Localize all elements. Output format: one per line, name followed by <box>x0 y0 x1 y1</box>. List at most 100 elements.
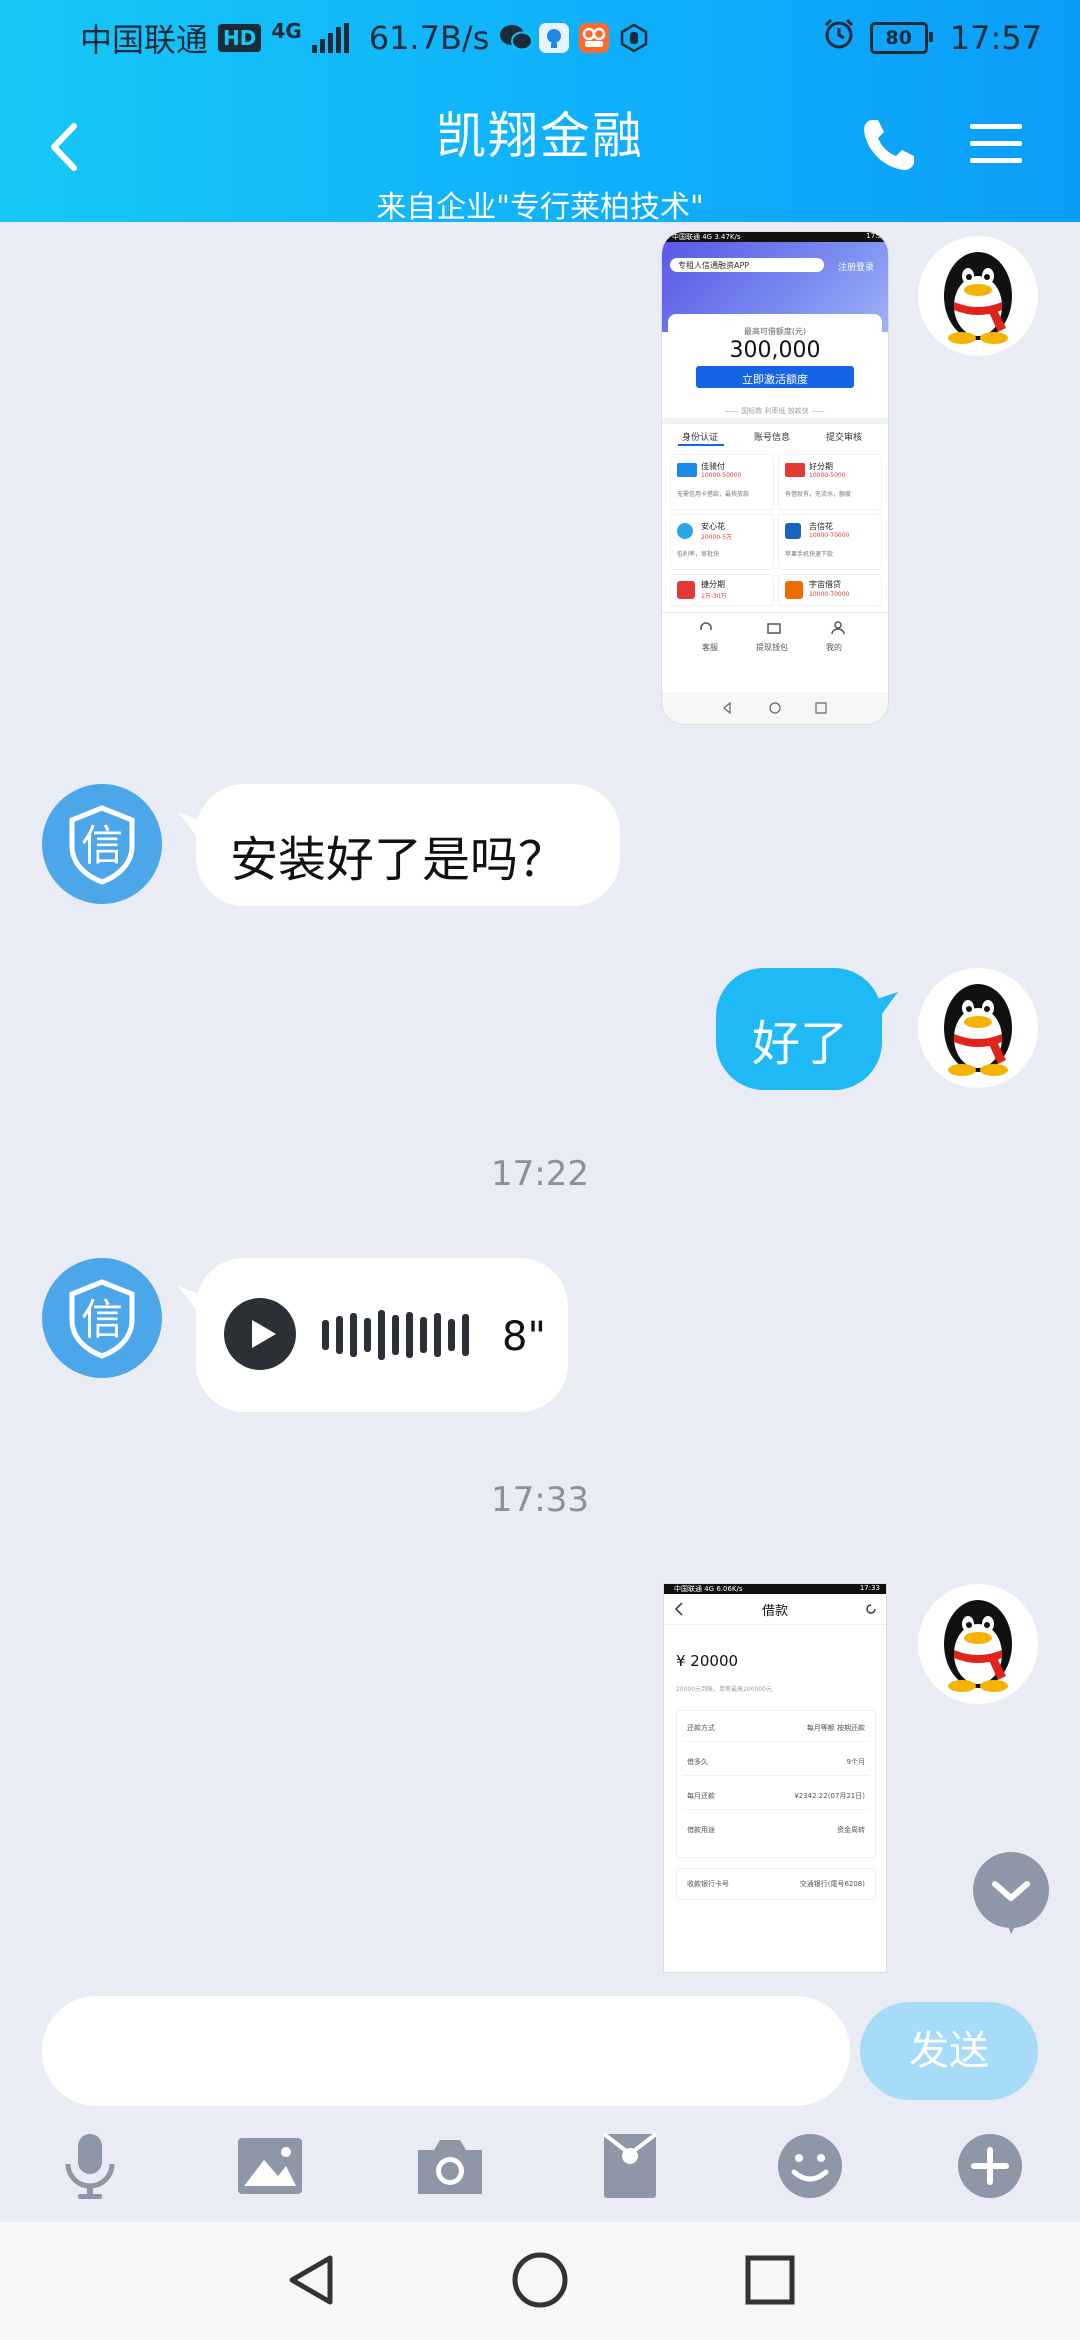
my-avatar[interactable] <box>918 236 1038 356</box>
shot2-header-divider <box>664 1624 886 1625</box>
shot2-hint: 20000元到账，单笔最高200000元 <box>676 1686 772 1693</box>
shot1-product-6-name: 宇宙借贷 <box>809 580 841 589</box>
shot2-row-4-label: 借款用途 <box>687 1826 715 1834</box>
message-input[interactable] <box>42 1996 850 2106</box>
shot1-product-1-name: 佳骑付 <box>701 462 725 471</box>
shot1-product-2-name: 好分期 <box>809 462 833 471</box>
shot2-row-4-value: 资金周转 <box>837 1826 865 1834</box>
recents-square-icon <box>745 2255 795 2305</box>
message-bubble-received[interactable]: 安装好了是吗？ <box>178 784 620 906</box>
shot1-nav-service: 客服 <box>702 643 718 652</box>
shot1-product-6-range: 10000-70000 <box>809 591 850 598</box>
svg-text:信: 信 <box>81 1295 123 1344</box>
shot2-row-1-value: 每月等额 按期还款 <box>806 1724 865 1732</box>
network-type: 4G <box>271 19 302 43</box>
nav-recents-button[interactable] <box>740 2250 800 2310</box>
camera-button[interactable] <box>414 2130 486 2202</box>
shot1-login-link: 注册登录 <box>838 263 875 273</box>
red-packet-button[interactable] <box>594 2130 666 2202</box>
shot1-product-3-logo <box>677 523 693 539</box>
bubble-tail <box>178 1286 204 1312</box>
play-icon <box>224 1298 296 1370</box>
contact-avatar[interactable]: 信 <box>42 1258 162 1378</box>
voice-message-bubble[interactable]: 8" <box>178 1258 568 1412</box>
home-circle-icon <box>512 2252 568 2308</box>
message-text: 安装好了是吗？ <box>230 832 567 888</box>
voice-duration: 8" <box>502 1314 546 1360</box>
shot1-product-2-range: 10000-5000 <box>809 472 846 479</box>
phone-icon <box>864 120 914 170</box>
message-bubble-sent[interactable]: 好了 <box>716 968 898 1090</box>
emoji-icon <box>778 2134 842 2198</box>
send-button[interactable]: 发送 <box>860 2002 1038 2100</box>
shot1-activate-label: 立即激活额度 <box>742 373 808 386</box>
shot1-limit-label: 最高可借额度(元) <box>743 327 807 336</box>
shot2-row-1-label: 还款方式 <box>687 1724 715 1732</box>
shot2-bank-card: 收款银行卡号 交通银行(尾号6208) <box>676 1868 876 1900</box>
plus-icon <box>958 2134 1022 2198</box>
my-avatar[interactable] <box>918 968 1038 1088</box>
bubble-tail <box>178 812 204 838</box>
hd-badge: HD <box>218 24 262 52</box>
shot1-folder-icon <box>767 623 781 634</box>
battery-indicator: 80 <box>869 22 933 54</box>
shot1-divider <box>662 418 888 424</box>
shot2-row-5-value: 交通银行(尾号6208) <box>799 1880 865 1888</box>
shield-avatar-icon: 信 <box>69 1279 135 1359</box>
menu-button[interactable] <box>968 116 1024 172</box>
shot2-status-bar: 中国联通 4G 6.06K/s 17:33 <box>664 1584 886 1594</box>
shot1-product-1-range: 10000-50000 <box>701 472 742 479</box>
message-timestamp: 17:33 <box>491 1480 589 1520</box>
shot1-product-6: 宇宙借贷 10000-70000 <box>778 574 882 606</box>
chevron-down-icon <box>973 1852 1049 1934</box>
shield-avatar-icon: 信 <box>69 805 135 885</box>
shot1-search-text: 专租人信通融资APP <box>678 261 750 270</box>
contact-avatar[interactable]: 信 <box>42 784 162 904</box>
message-timestamp: 17:22 <box>491 1154 589 1194</box>
voice-input-button[interactable] <box>54 2130 126 2202</box>
shot1-product-1-logo <box>677 463 697 477</box>
shot1-product-6-logo <box>785 581 803 599</box>
shot1-product-4-name: 吉信花 <box>809 522 833 531</box>
call-button[interactable] <box>860 116 918 174</box>
wechat-icon <box>499 23 534 53</box>
more-button[interactable] <box>954 2130 1026 2202</box>
play-button[interactable] <box>224 1298 296 1370</box>
shot1-product-5-logo <box>677 581 695 599</box>
hamburger-menu-icon <box>970 124 1022 163</box>
shot1-product-5-name: 捷分期 <box>701 580 725 589</box>
shot1-status-time: 17:5 <box>866 232 882 240</box>
hand-app-icon <box>619 23 649 53</box>
shot2-row-divider <box>683 1775 869 1776</box>
orange-app-icon <box>579 23 610 53</box>
my-avatar[interactable] <box>918 1584 1038 1704</box>
shot2-title: 借款 <box>761 1604 788 1619</box>
shot2-amount: ¥ 20000 <box>676 1652 739 1670</box>
shot1-product-1-desc: 无需信用卡借款，最快放款 <box>677 491 750 498</box>
clock: 17:57 <box>949 19 1042 57</box>
shot1-nav-wallet: 提现钱包 <box>756 643 788 652</box>
nav-home-button[interactable] <box>510 2250 570 2310</box>
nav-back-button[interactable] <box>282 2250 342 2310</box>
red-packet-icon <box>602 2132 658 2198</box>
shot1-tab-1: 身份认证 <box>682 433 719 443</box>
shot2-detail-card: 还款方式 每月等额 按期还款 借多久 9个月 每月还款 ¥2342.22(07月… <box>676 1710 876 1858</box>
chat-header: 中国联通 HD 4G 61.7B/s 80 17:57 凯翔金融 来自企业"专行… <box>0 0 1080 222</box>
emoji-button[interactable] <box>774 2130 846 2202</box>
shot1-status-bar: 中国联通 4G 3.47K/s 17:5 <box>662 232 888 242</box>
penguin-avatar-icon <box>944 1600 1012 1692</box>
photo-button[interactable] <box>234 2130 306 2202</box>
scroll-to-bottom-button[interactable] <box>970 1852 1052 1934</box>
camera-icon <box>418 2140 482 2194</box>
shot1-product-1: 佳骑付 10000-50000 无需信用卡借款，最快放款 <box>670 454 774 510</box>
shot2-refresh-icon <box>866 1604 876 1614</box>
shot2-row-2-value: 9个月 <box>846 1758 865 1766</box>
sent-image-loan-screenshot[interactable]: 中国联通 4G 6.06K/s 17:33 借款 ¥ 20000 20000元到… <box>664 1584 886 1972</box>
shot1-product-4-range: 10000-70000 <box>809 532 850 539</box>
shot1-product-3: 安心花 20000-5万 低利率，审批快 <box>670 514 774 570</box>
shot1-product-4: 吉信花 10000-70000 苹果手机快速下款 <box>778 514 882 570</box>
sent-image-app-screenshot[interactable]: 中国联通 4G 3.47K/s 17:5 专租人信通融资APP 注册登录 最高可… <box>662 232 888 724</box>
chat-subtitle: 来自企业"专行莱柏技术" <box>376 190 704 222</box>
shot1-product-4-logo <box>785 523 801 539</box>
chat-title: 凯翔金融 <box>436 107 644 165</box>
